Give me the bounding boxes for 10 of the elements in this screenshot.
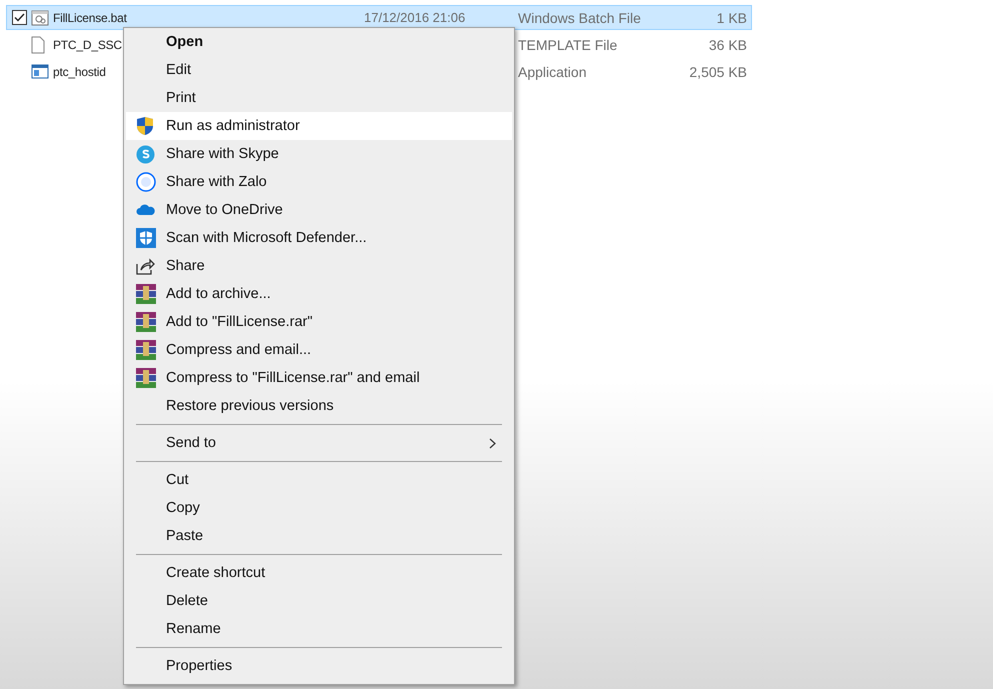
file-type: Application xyxy=(517,64,586,80)
file-size: 1 KB xyxy=(716,10,748,26)
file-type: TEMPLATE File xyxy=(517,36,618,52)
file-name: PTC_D_SSC xyxy=(53,38,122,52)
file-name: ptc_hostid xyxy=(53,64,106,78)
file-type: Windows Batch File xyxy=(517,10,641,26)
file-date: 17/12/2016 21:06 xyxy=(364,10,466,25)
file-size: 2,505 KB xyxy=(689,64,748,80)
file-name: FillLicense.bat xyxy=(53,10,127,24)
file-size: 36 KB xyxy=(708,36,748,52)
